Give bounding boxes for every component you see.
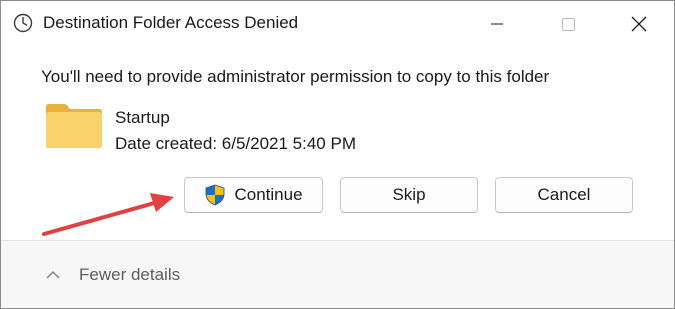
minimize-button[interactable] [474, 1, 520, 47]
uac-shield-icon [206, 184, 225, 206]
item-date-created: Date created: 6/5/2021 5:40 PM [115, 134, 356, 153]
continue-button[interactable]: Continue [184, 177, 323, 213]
close-button[interactable] [616, 1, 662, 47]
maximize-button[interactable] [545, 1, 591, 47]
continue-label: Continue [234, 185, 303, 204]
dialog-window: Destination Folder Access Denied You'll … [0, 0, 675, 309]
fewer-details-label: Fewer details [79, 265, 181, 284]
minimize-icon [491, 23, 503, 25]
window-title: Destination Folder Access Denied [43, 13, 299, 32]
details-footer: Fewer details [1, 241, 674, 308]
skip-button[interactable]: Skip [340, 177, 478, 213]
clock-icon [13, 13, 33, 33]
title-bar[interactable]: Destination Folder Access Denied [1, 1, 674, 47]
cancel-label: Cancel [537, 185, 591, 204]
folder-icon [46, 104, 102, 148]
permission-message: You'll need to provide administrator per… [41, 67, 550, 86]
maximize-icon [562, 18, 575, 31]
chevron-up-icon [46, 271, 60, 279]
close-icon [631, 16, 647, 32]
skip-label: Skip [392, 185, 426, 204]
cancel-button[interactable]: Cancel [495, 177, 633, 213]
item-name: Startup [115, 108, 170, 127]
fewer-details-toggle[interactable]: Fewer details [45, 264, 180, 286]
